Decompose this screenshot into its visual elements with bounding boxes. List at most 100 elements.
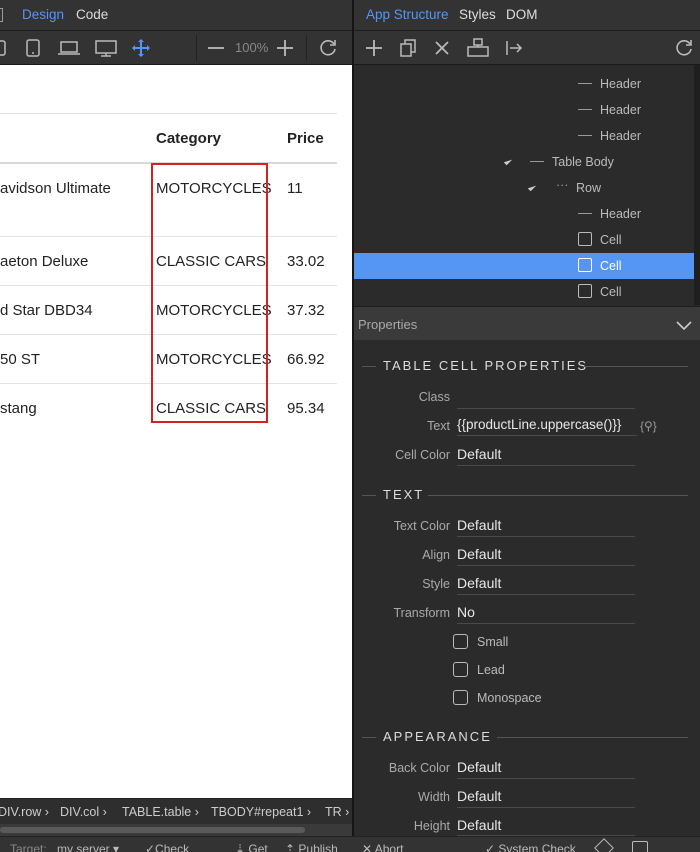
section-text: TEXT xyxy=(383,487,425,502)
properties-header[interactable]: Properties xyxy=(354,306,700,340)
breadcrumb-item[interactable]: DIV.row › xyxy=(0,805,49,819)
tree-item-label: Header xyxy=(600,77,641,91)
node-dash-icon xyxy=(578,109,592,110)
desktop-icon[interactable] xyxy=(94,38,118,58)
breadcrumb-item[interactable]: TBODY#repeat1 › xyxy=(211,805,311,819)
tree-item-cell-selected[interactable]: Cell xyxy=(354,253,698,279)
cell-price[interactable]: 33.02 xyxy=(287,253,325,270)
zoom-out-icon[interactable] xyxy=(206,38,226,58)
tree-item-cell[interactable]: Cell xyxy=(354,227,698,253)
transform-select[interactable]: No xyxy=(457,604,635,624)
style-label: Style xyxy=(422,577,450,591)
section-appearance: APPEARANCE xyxy=(383,729,492,744)
cell-node-icon xyxy=(578,284,592,298)
cell-product-name[interactable]: d Star DBD34 xyxy=(0,302,93,319)
cell-product-name[interactable]: aeton Deluxe xyxy=(0,253,88,270)
add-icon[interactable] xyxy=(364,38,384,58)
tree-item-header[interactable]: Header xyxy=(354,123,698,149)
width-input[interactable]: Default xyxy=(457,788,635,808)
text-color-label: Text Color xyxy=(393,519,450,533)
text-input[interactable]: {{productLine.uppercase()}} xyxy=(457,417,637,436)
cell-product-name[interactable]: 50 ST xyxy=(0,351,40,368)
style-select[interactable]: Default xyxy=(457,575,635,595)
tree-item-table-body[interactable]: Table Body xyxy=(354,149,698,175)
cell-node-icon xyxy=(578,232,592,246)
publish-button[interactable]: ⇡ Publish xyxy=(285,842,338,852)
cell-product-name[interactable]: avidson Ultimate xyxy=(0,180,111,197)
align-select[interactable]: Default xyxy=(457,546,635,566)
target-select[interactable]: my server ▾ xyxy=(57,842,119,852)
small-checkbox-label: Small xyxy=(477,635,509,649)
tab-styles[interactable]: Styles xyxy=(459,7,496,22)
expand-triangle-icon[interactable] xyxy=(527,182,537,192)
check-button[interactable]: ✓Check xyxy=(145,842,189,852)
tab-code[interactable]: Code xyxy=(76,7,108,22)
zoom-in-icon[interactable] xyxy=(275,38,295,58)
expand-triangle-icon[interactable] xyxy=(503,156,513,166)
cell-price[interactable]: 37.32 xyxy=(287,302,325,319)
small-checkbox[interactable] xyxy=(453,634,468,649)
refresh-icon[interactable] xyxy=(674,38,694,58)
node-dash-icon xyxy=(530,161,544,162)
cell-color-select[interactable]: Default xyxy=(457,446,635,466)
height-input[interactable]: Default xyxy=(457,817,635,836)
tree-item-label: Header xyxy=(600,207,641,221)
breadcrumb-item[interactable]: TABLE.table › xyxy=(122,805,199,819)
dynamic-data-icon[interactable]: {⚲} xyxy=(640,419,657,433)
delete-icon[interactable] xyxy=(432,38,452,58)
text-color-select[interactable]: Default xyxy=(457,517,635,537)
tab-app-structure[interactable]: App Structure xyxy=(366,7,449,22)
tablet-landscape-icon[interactable] xyxy=(0,38,8,58)
chevron-down-icon[interactable] xyxy=(676,319,692,334)
wrap-icon[interactable] xyxy=(466,38,490,58)
duplicate-icon[interactable] xyxy=(398,38,418,58)
breadcrumb-item[interactable]: DIV.col › xyxy=(60,805,107,819)
partial-icon xyxy=(0,8,3,22)
laptop-icon[interactable] xyxy=(57,38,81,58)
node-dots-icon: ··· xyxy=(556,178,569,192)
zoom-level[interactable]: 100% xyxy=(235,40,268,55)
unwrap-icon[interactable] xyxy=(504,38,524,58)
tree-item-header[interactable]: Header xyxy=(354,97,698,123)
node-dash-icon xyxy=(578,83,592,84)
cell-price[interactable]: 11 xyxy=(287,180,303,197)
refresh-icon[interactable] xyxy=(318,38,338,58)
tree-scrollbar[interactable] xyxy=(694,65,700,305)
left-tabs: Design Code xyxy=(0,0,352,31)
toolbar-divider xyxy=(196,35,197,61)
class-input[interactable] xyxy=(457,389,635,409)
breadcrumb-item[interactable]: TR › xyxy=(325,805,349,819)
tablet-icon[interactable] xyxy=(23,38,43,58)
move-icon[interactable] xyxy=(131,38,151,58)
tree-item-label: Header xyxy=(600,103,641,117)
tree-item-row[interactable]: ··· Row xyxy=(354,175,698,201)
tab-design[interactable]: Design xyxy=(22,7,64,22)
cell-color-label: Cell Color xyxy=(395,448,450,462)
get-button[interactable]: ⇣ Get xyxy=(235,842,268,852)
horizontal-scrollbar[interactable] xyxy=(0,824,352,836)
tree-item-header[interactable]: Header xyxy=(354,201,698,227)
transform-label: Transform xyxy=(393,606,451,620)
node-dash-icon xyxy=(578,135,592,136)
column-header-price[interactable]: Price xyxy=(287,130,324,147)
selected-column-highlight xyxy=(151,163,268,423)
cell-product-name[interactable]: stang xyxy=(0,400,37,417)
section-table-cell-properties: TABLE CELL PROPERTIES xyxy=(383,358,589,373)
tree-item-cell[interactable]: Cell xyxy=(354,279,698,305)
tree-item-label: Row xyxy=(576,181,602,195)
tree-item-label: Cell xyxy=(600,285,622,299)
tree-item-header[interactable]: Header xyxy=(354,71,698,97)
scrollbar-thumb[interactable] xyxy=(0,827,305,833)
cell-price[interactable]: 66.92 xyxy=(287,351,325,368)
node-dash-icon xyxy=(578,213,592,214)
cloud-icon[interactable] xyxy=(632,841,648,852)
system-check-button[interactable]: ✓ System Check xyxy=(485,842,576,852)
lead-checkbox[interactable] xyxy=(453,662,468,677)
monospace-checkbox[interactable] xyxy=(453,690,468,705)
column-header-category[interactable]: Category xyxy=(156,130,221,147)
clear-icon[interactable] xyxy=(594,838,614,852)
cell-price[interactable]: 95.34 xyxy=(287,400,325,417)
abort-button[interactable]: ✕ Abort xyxy=(362,842,403,852)
tab-dom[interactable]: DOM xyxy=(506,7,538,22)
back-color-select[interactable]: Default xyxy=(457,759,635,779)
